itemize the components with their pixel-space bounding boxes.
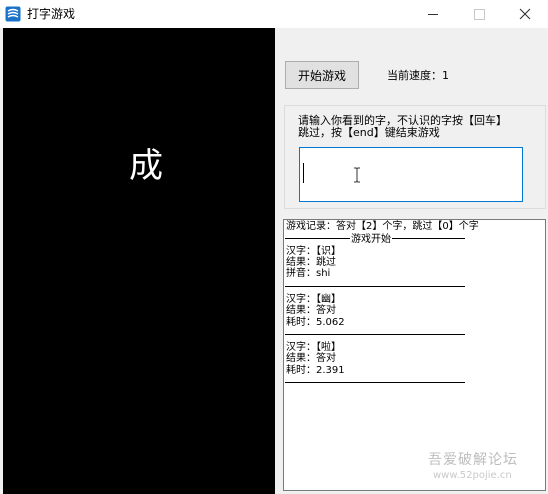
app-icon <box>5 6 21 22</box>
app-window: 打字游戏 成 开始游戏 当前速度：1 请输入你看到的字，不认识的字按【回车】 跳… <box>0 0 548 494</box>
close-button[interactable] <box>502 0 548 28</box>
log-entry-char: 汉字：【识】 <box>286 246 341 257</box>
log-entry-extra: 耗时：5.062 <box>286 317 345 328</box>
title-bar[interactable]: 打字游戏 <box>0 0 548 28</box>
close-icon <box>519 8 531 20</box>
minimize-icon <box>428 13 438 15</box>
log-entry-char: 汉字：【幽】 <box>286 294 341 305</box>
minimize-button[interactable] <box>410 0 456 28</box>
log-summary: 游戏记录：答对【2】个字，跳过【0】个字 <box>286 221 479 232</box>
speed-label: 当前速度：1 <box>387 69 449 82</box>
log-divider <box>285 382 465 383</box>
log-entry-extra: 耗时：2.391 <box>286 365 345 376</box>
maximize-button[interactable] <box>456 0 502 28</box>
log-entry-extra: 拼音：shi <box>286 268 331 279</box>
prompt-line-2: 跳过，按【end】键结束游戏 <box>298 126 440 139</box>
log-entry-char: 汉字：【啦】 <box>286 342 341 353</box>
start-game-button[interactable]: 开始游戏 <box>285 61 359 89</box>
text-caret <box>303 163 304 183</box>
watermark-url: www.52pojie.cn <box>433 470 512 481</box>
log-entry-result: 结果：答对 <box>286 305 336 316</box>
answer-input[interactable] <box>299 147 523 202</box>
watermark-text: 吾爱破解论坛 <box>428 452 518 468</box>
log-divider <box>285 334 465 335</box>
log-entry-result: 结果：答对 <box>286 353 336 364</box>
target-character: 成 <box>129 146 163 186</box>
input-prompt: 请输入你看到的字，不认识的字按【回车】 跳过，按【end】键结束游戏 <box>298 115 538 139</box>
maximize-icon <box>473 8 485 20</box>
log-entry-result: 结果：跳过 <box>286 257 336 268</box>
log-start-text: 游戏开始 <box>350 234 392 245</box>
character-display: 成 <box>3 28 275 494</box>
ibeam-cursor-icon <box>354 167 360 183</box>
window-title: 打字游戏 <box>27 7 76 21</box>
log-divider <box>285 286 465 287</box>
